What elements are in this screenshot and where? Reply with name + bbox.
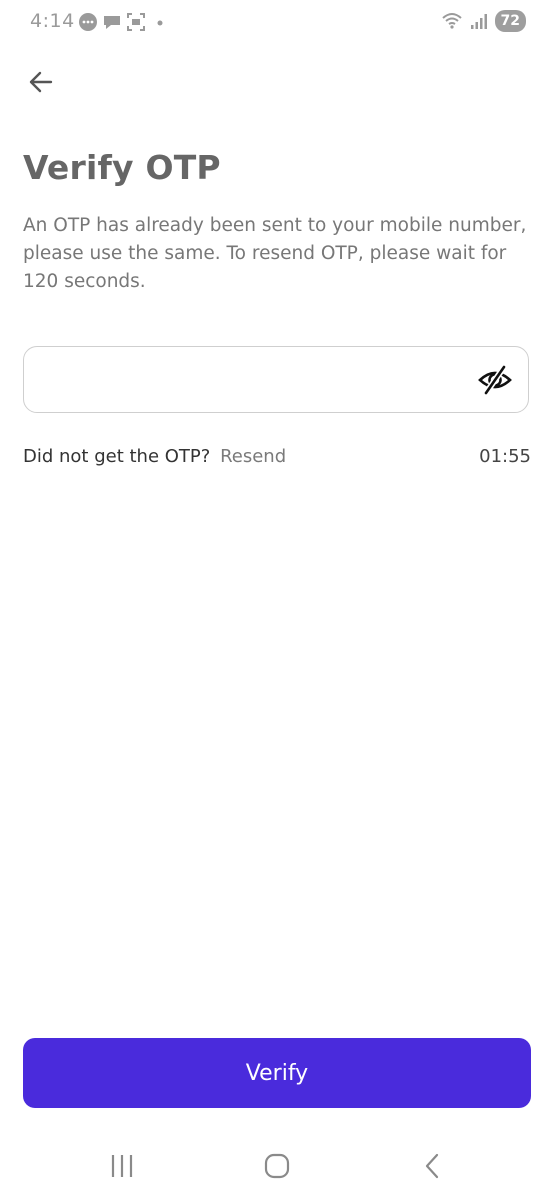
status-bar: 4:14 72 — [0, 0, 554, 44]
arrow-left-icon — [29, 71, 53, 93]
back-icon — [425, 1153, 439, 1179]
back-button[interactable] — [22, 62, 62, 102]
recent-apps-icon — [111, 1155, 133, 1177]
page-title: Verify OTP — [23, 148, 221, 187]
wifi-icon — [441, 13, 462, 29]
signal-icon — [470, 14, 487, 29]
otp-field — [23, 346, 529, 413]
message-icon — [104, 16, 120, 29]
dot-icon — [157, 20, 163, 26]
resend-timer: 01:55 — [479, 446, 531, 467]
nav-back-button[interactable] — [410, 1148, 454, 1184]
show-otp-toggle[interactable] — [476, 361, 514, 399]
status-time: 4:14 — [30, 10, 75, 32]
resend-prompt: Did not get the OTP? — [23, 446, 211, 467]
page-subtitle: An OTP has already been sent to your mob… — [23, 215, 527, 292]
eye-slash-icon — [478, 365, 512, 395]
resend-row: Did not get the OTP? Resend 01:55 — [23, 446, 531, 467]
battery-icon: 72 — [494, 10, 526, 32]
system-nav-bar — [0, 1140, 554, 1192]
resend-link[interactable]: Resend — [220, 446, 286, 467]
home-icon — [264, 1153, 290, 1179]
recent-apps-button[interactable] — [100, 1148, 144, 1184]
verify-button[interactable]: Verify — [23, 1038, 531, 1108]
screenshot-icon — [127, 13, 145, 31]
home-button[interactable] — [255, 1148, 299, 1184]
chat-bubble-icon — [79, 13, 97, 31]
status-right: 72 — [441, 10, 526, 32]
otp-input[interactable] — [40, 357, 464, 403]
